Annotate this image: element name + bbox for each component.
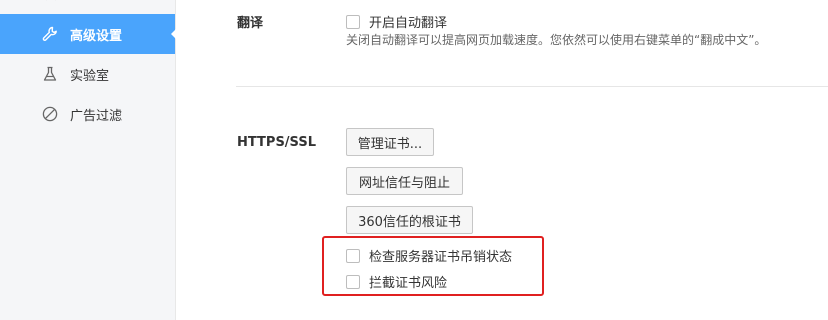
https-section-label: HTTPS/SSL xyxy=(237,135,316,150)
highlight-annotation-box xyxy=(322,236,544,296)
wrench-icon xyxy=(42,26,57,41)
active-indicator xyxy=(171,28,177,40)
partial-icon xyxy=(46,0,56,1)
auto-translate-checkbox[interactable] xyxy=(346,14,360,29)
sidebar-item-label: 广告过滤 xyxy=(70,108,123,124)
block-icon xyxy=(42,106,58,122)
sidebar-item-label: 实验室 xyxy=(70,68,110,84)
sidebar-item-label: 高级设置 xyxy=(70,28,123,44)
section-divider xyxy=(236,86,828,87)
site-trust-block-button[interactable]: 网址信任与阻止 xyxy=(346,167,463,195)
manage-certificates-button[interactable]: 管理证书... xyxy=(346,128,434,156)
trusted-root-certificates-button[interactable]: 360信任的根证书 xyxy=(346,206,473,234)
settings-sidebar: 高级设置 实验室 广告过滤 xyxy=(0,0,177,320)
auto-translate-checkbox-row[interactable]: 开启自动翻译 xyxy=(346,12,447,31)
auto-translate-label: 开启自动翻译 xyxy=(369,16,448,31)
sidebar-item-lab[interactable]: 实验室 xyxy=(0,54,175,94)
auto-translate-description: 关闭自动翻译可以提高网页加载速度。您依然可以使用右键菜单的“翻成中文”。 xyxy=(346,33,767,47)
sidebar-item-ad-filter[interactable]: 广告过滤 xyxy=(0,94,175,134)
translate-section-label: 翻译 xyxy=(237,16,264,31)
flask-icon xyxy=(43,66,57,81)
sidebar-item-advanced-settings[interactable]: 高级设置 xyxy=(0,14,177,54)
